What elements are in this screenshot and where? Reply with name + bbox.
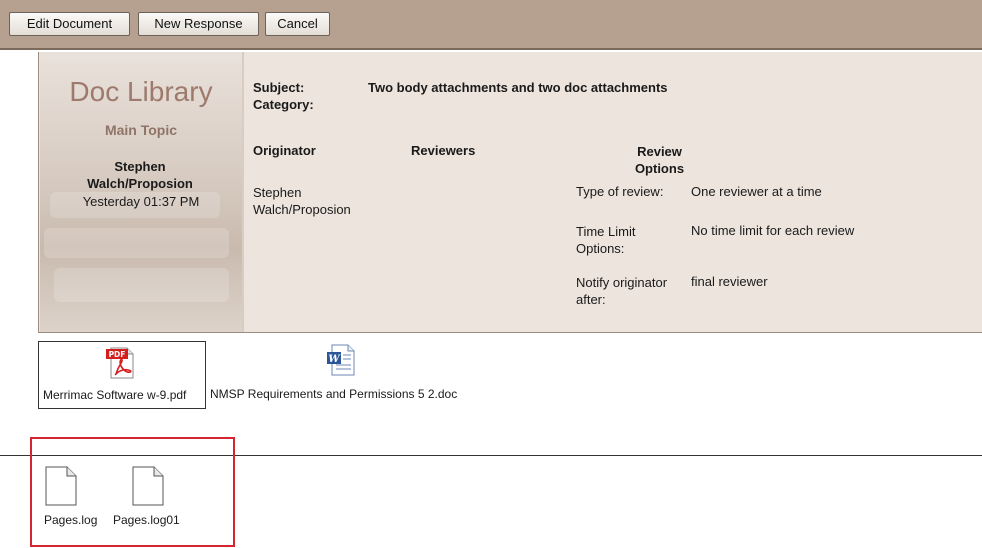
generic-file-icon[interactable] [131,466,165,506]
originator-value: Stephen Walch/Proposion [253,185,351,217]
svg-text:PDF: PDF [109,350,126,359]
toolbar-divider [0,48,982,50]
svg-text:W: W [328,354,341,365]
created-date: Yesterday 01:37 PM [82,194,200,209]
author-name: Stephen Walch/Proposion [87,159,193,191]
banner-divider [242,52,244,332]
originator-label: Originator [253,143,316,158]
time-limit-value: No time limit for each review [691,223,855,238]
edit-document-button[interactable]: Edit Document [9,12,130,36]
review-type-value: One reviewer at a time [691,184,822,199]
review-options-label: Review Options [634,144,685,176]
new-response-button[interactable]: New Response [138,12,259,36]
cancel-button[interactable]: Cancel [265,12,330,36]
time-limit-label: Time Limit Options: [576,224,636,256]
attachment-pdf[interactable]: PDF Merrimac Software w-9.pdf [38,341,206,409]
generic-file-icon[interactable] [44,466,78,506]
category-label: Category: [253,97,314,112]
attachment-name[interactable]: Pages.log01 [113,513,180,527]
main-topic-label: Main Topic [104,122,178,138]
notify-value: final reviewer [691,274,768,289]
reviewers-label: Reviewers [411,143,476,158]
pdf-file-icon: PDF [105,346,139,380]
attachment-name: Merrimac Software w-9.pdf [43,388,187,402]
doc-library-title: Doc Library [69,76,213,107]
word-doc-icon[interactable]: W [325,343,359,377]
decorative-book-shape [54,268,229,302]
review-type-label: Type of review: [576,184,664,199]
subject-value: Two body attachments and two doc attachm… [368,80,668,95]
attachment-name[interactable]: NMSP Requirements and Permissions 5 2.do… [210,387,457,401]
notify-label: Notify originator after: [576,275,668,307]
decorative-book-shape [44,228,229,258]
attachment-name[interactable]: Pages.log [44,513,97,527]
subject-label: Subject: [253,80,305,95]
